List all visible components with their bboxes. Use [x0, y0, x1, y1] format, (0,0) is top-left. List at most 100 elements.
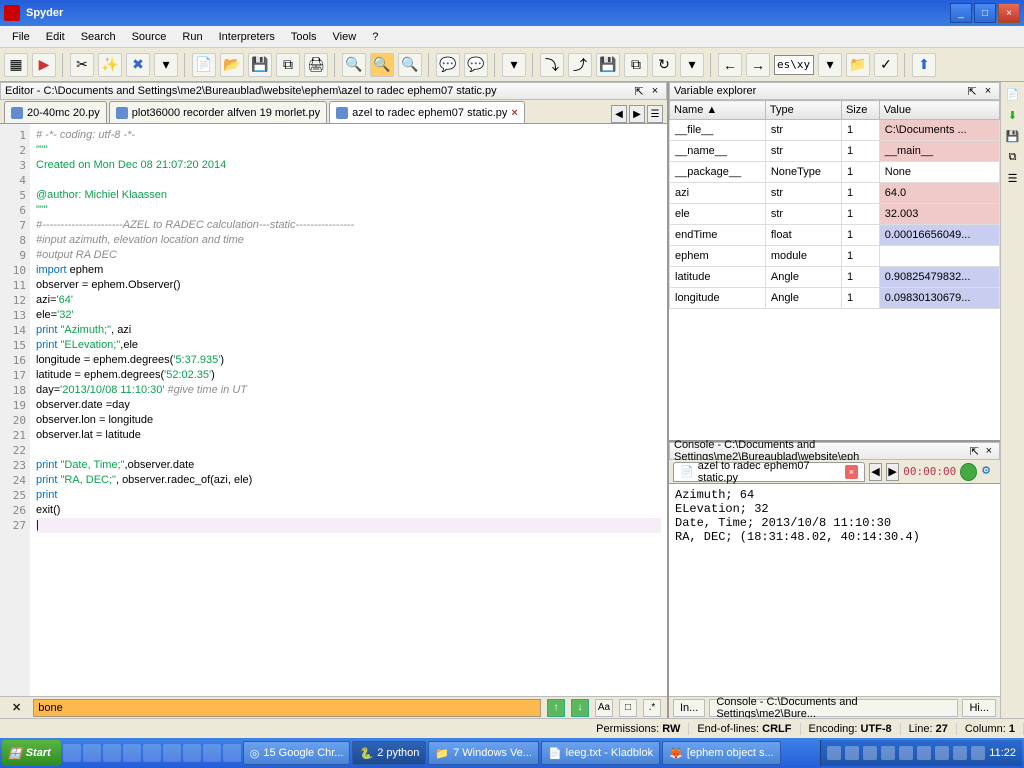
menu-search[interactable]: Search	[73, 29, 124, 45]
fwd-button[interactable]: →	[746, 53, 770, 77]
refresh-button[interactable]: ↻	[652, 53, 676, 77]
code-editor[interactable]: 1234567891011121314151617181920212223242…	[0, 124, 667, 696]
menu-interpreters[interactable]: Interpreters	[211, 29, 283, 45]
var-row[interactable]: __package__NoneType1None	[670, 162, 1000, 183]
ql-7[interactable]	[183, 744, 201, 762]
search-case[interactable]: Aa	[595, 699, 613, 717]
console-output[interactable]: Azimuth; 64 ELevation; 32 Date, Time; 20…	[669, 484, 1000, 696]
task-item[interactable]: 🐍2 python	[352, 741, 426, 765]
code-area[interactable]: # -*- coding: utf-8 -*-"""Created on Mon…	[30, 124, 667, 696]
tabs-right[interactable]: ▶	[629, 105, 645, 123]
col-name[interactable]: Name ▲	[670, 101, 766, 120]
tab-close[interactable]: ×	[511, 107, 517, 119]
ql-6[interactable]	[163, 744, 181, 762]
tray-icon[interactable]	[863, 746, 877, 760]
search-next[interactable]: ↓	[571, 699, 589, 717]
var-row[interactable]: __name__str1__main__	[670, 141, 1000, 162]
varex-close-icon[interactable]: ×	[981, 84, 995, 98]
menu-source[interactable]: Source	[124, 29, 175, 45]
var-row[interactable]: __file__str1C:\Documents ...	[670, 120, 1000, 141]
tray-icon[interactable]	[917, 746, 931, 760]
new-file-button[interactable]: 📄	[192, 53, 216, 77]
sync-button[interactable]: ✓	[874, 53, 898, 77]
tray-icon[interactable]	[899, 746, 913, 760]
pager-hi[interactable]: Hi...	[962, 699, 996, 717]
tabs-left[interactable]: ◀	[611, 105, 627, 123]
close-button[interactable]: ×	[998, 3, 1020, 23]
menu-?[interactable]: ?	[364, 29, 386, 45]
menu-tools[interactable]: Tools	[283, 29, 325, 45]
editor-tab[interactable]: plot36000 recorder alfven 19 morlet.py	[109, 101, 327, 123]
task-item[interactable]: 🦊[ephem object s...	[662, 741, 781, 765]
ql-5[interactable]	[143, 744, 161, 762]
maximize-button[interactable]: □	[974, 3, 996, 23]
open-file-button[interactable]: 📂	[220, 53, 244, 77]
col-value[interactable]: Value	[879, 101, 999, 120]
console-tab[interactable]: 📄 azel to radec ephem07 static.py ×	[673, 462, 865, 482]
var-row[interactable]: ephemmodule1	[670, 246, 1000, 267]
tray-icon[interactable]	[971, 746, 985, 760]
console-tab-close[interactable]: ×	[845, 465, 858, 479]
varex-table[interactable]: Name ▲TypeSizeValue__file__str1C:\Docume…	[669, 100, 1000, 440]
print-button[interactable]: 🖨	[304, 53, 328, 77]
stop-button[interactable]: ✖	[126, 53, 150, 77]
search-regex[interactable]: .*	[643, 699, 661, 717]
console-close-icon[interactable]: ×	[983, 444, 995, 458]
save-all-button[interactable]: ⧉	[276, 53, 300, 77]
start-button[interactable]: 🪟Start	[2, 740, 61, 766]
comment2-button[interactable]: 💬	[464, 53, 488, 77]
save-button[interactable]: 💾	[248, 53, 272, 77]
pager-console[interactable]: Console - C:\Documents and Settings\me2\…	[709, 699, 958, 717]
export-button[interactable]: ⤴	[568, 53, 592, 77]
var-row[interactable]: endTimefloat10.00016656049...	[670, 225, 1000, 246]
search-input[interactable]	[33, 699, 541, 717]
up-button[interactable]: ⬆	[912, 53, 936, 77]
var-row[interactable]: latitudeAngle10.90825479832...	[670, 267, 1000, 288]
sideicon-menu[interactable]: ☰	[1008, 172, 1018, 185]
tray-icon[interactable]	[827, 746, 841, 760]
task-item[interactable]: ◎15 Google Chr...	[243, 741, 351, 765]
sideicon-down[interactable]: ⬇	[1008, 109, 1017, 122]
editor-tab[interactable]: 20-40mc 20.py	[4, 101, 107, 123]
var-row[interactable]: azistr164.0	[670, 183, 1000, 204]
toolbar-dd2[interactable]: ▾	[502, 53, 526, 77]
find-button[interactable]: 🔍	[342, 53, 366, 77]
toolbar-btn-1[interactable]: ▦	[4, 53, 28, 77]
save-ws-button[interactable]: 💾	[596, 53, 620, 77]
console-opts-icon[interactable]: ⚙	[981, 464, 996, 480]
task-item[interactable]: 📁7 Windows Ve...	[428, 741, 539, 765]
import-button[interactable]: ⤵	[540, 53, 564, 77]
toolbar-dd[interactable]: ▾	[154, 53, 178, 77]
menu-file[interactable]: File	[4, 29, 38, 45]
ql-2[interactable]	[83, 744, 101, 762]
comment-button[interactable]: 💬	[436, 53, 460, 77]
menu-view[interactable]: View	[325, 29, 365, 45]
ql-3[interactable]	[103, 744, 121, 762]
search-prev[interactable]: ↑	[547, 699, 565, 717]
close-pane-icon[interactable]: ×	[648, 84, 662, 98]
cut-button[interactable]: ✂	[70, 53, 94, 77]
ql-1[interactable]	[63, 744, 81, 762]
col-type[interactable]: Type	[765, 101, 841, 120]
browse-button[interactable]: 📁	[846, 53, 870, 77]
console-tabs-right[interactable]: ▶	[886, 463, 899, 481]
var-row[interactable]: longitudeAngle10.09830130679...	[670, 288, 1000, 309]
ql-4[interactable]	[123, 744, 141, 762]
tray-icon[interactable]	[845, 746, 859, 760]
tray-icon[interactable]	[935, 746, 949, 760]
path-input[interactable]	[774, 55, 814, 75]
wand-button[interactable]: ✨	[98, 53, 122, 77]
save-ws2-button[interactable]: ⧉	[624, 53, 648, 77]
col-size[interactable]: Size	[841, 101, 879, 120]
ql-8[interactable]	[203, 744, 221, 762]
sideicon-1[interactable]: 📄	[1006, 88, 1020, 101]
path-dd[interactable]: ▾	[818, 53, 842, 77]
find3-button[interactable]: 🔍	[398, 53, 422, 77]
tray-icon[interactable]	[881, 746, 895, 760]
ql-9[interactable]	[223, 744, 241, 762]
search-word[interactable]: □	[619, 699, 637, 717]
menu-run[interactable]: Run	[174, 29, 210, 45]
tabs-list[interactable]: ☰	[647, 105, 663, 123]
var-row[interactable]: elestr132.003	[670, 204, 1000, 225]
console-tabs-left[interactable]: ◀	[869, 463, 882, 481]
